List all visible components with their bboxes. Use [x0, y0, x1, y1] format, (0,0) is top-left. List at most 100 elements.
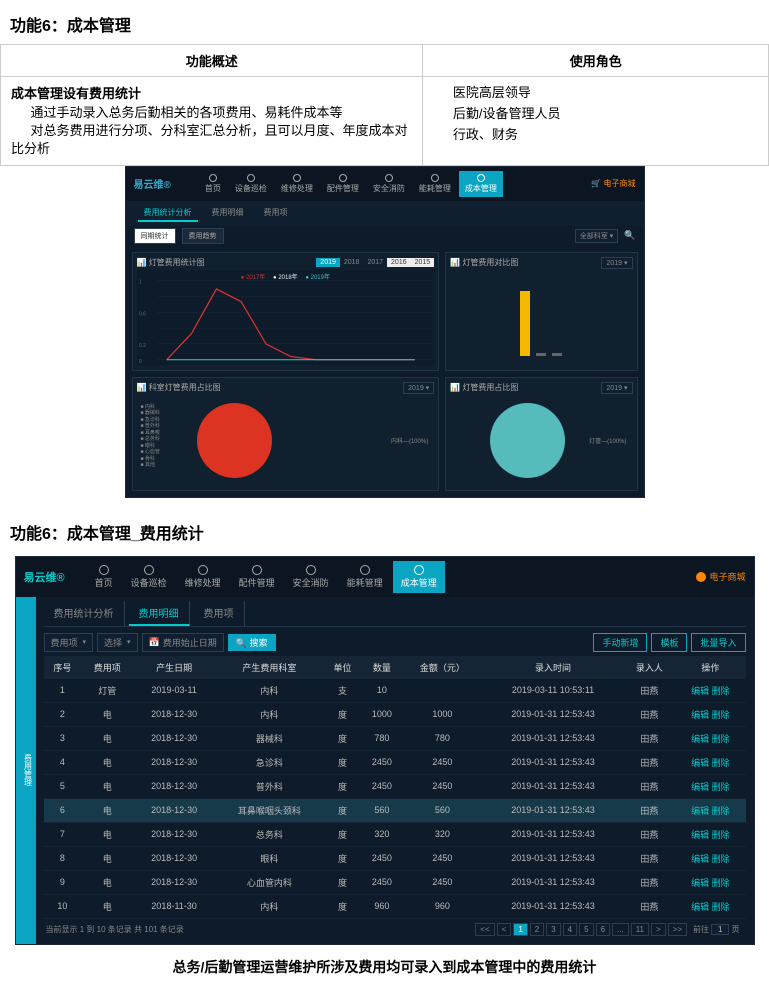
nav2-0[interactable]: 首页: [87, 561, 121, 593]
nav2-5[interactable]: 能耗管理: [339, 561, 391, 593]
search-button[interactable]: 🔍 搜索: [228, 634, 276, 651]
table-row[interactable]: 10电2018-11-30内科度9609602019-01-31 12:53:4…: [44, 894, 746, 918]
panel-pie-a: 📊 科室灯管费用占比图 2019 ▾ ■ 内科■ 器械科■ 急诊科■ 普外科■ …: [132, 377, 440, 491]
delete-link[interactable]: 删除: [712, 806, 730, 816]
table-row[interactable]: 2电2018-12-30内科度100010002019-01-31 12:53:…: [44, 702, 746, 726]
tab-same-period[interactable]: 同期统计: [134, 228, 176, 244]
table-row[interactable]: 4电2018-12-30急诊科度245024502019-01-31 12:53…: [44, 750, 746, 774]
goto-input[interactable]: [711, 924, 729, 935]
overview-p2: 对总务费用进行分项、分科室汇总分析，且可以月度、年度成本对比分析: [11, 122, 412, 158]
table-row[interactable]: 3电2018-12-30器械科度7807802019-01-31 12:53:4…: [44, 726, 746, 750]
pager-pages[interactable]: <<<123456...11>>> 前往 页: [475, 923, 743, 936]
sidebar-label[interactable]: 费用管理: [16, 597, 36, 944]
mall-link[interactable]: 🛒 电子商城: [591, 178, 635, 189]
page-btn[interactable]: ...: [612, 923, 629, 936]
subtab2-item[interactable]: 费用项: [194, 601, 245, 626]
tab-trend[interactable]: 费用趋势: [182, 228, 224, 244]
table-row[interactable]: 7电2018-12-30总务科度3203202019-01-31 12:53:4…: [44, 822, 746, 846]
edit-link[interactable]: 编辑: [691, 878, 709, 888]
logo: 易云维®: [134, 176, 171, 191]
page-btn[interactable]: 2: [530, 923, 544, 936]
page-btn[interactable]: 11: [631, 923, 649, 936]
th: 单位: [324, 656, 362, 679]
table-row[interactable]: 5电2018-12-30普外科度245024502019-01-31 12:53…: [44, 774, 746, 798]
roles-cell: 医院高层领导 后勤/设备管理人员 行政、财务: [423, 77, 769, 166]
nav-5[interactable]: 能耗管理: [413, 171, 457, 197]
role-2: 后勤/设备管理人员: [433, 104, 758, 125]
delete-link[interactable]: 删除: [712, 902, 730, 912]
add-button[interactable]: 手动新增: [593, 633, 647, 652]
subtab2-detail[interactable]: 费用明细: [129, 601, 190, 626]
page-btn[interactable]: 5: [579, 923, 593, 936]
edit-link[interactable]: 编辑: [691, 782, 709, 792]
page-btn[interactable]: >>: [668, 923, 687, 936]
table-row[interactable]: 1灯管2019-03-11内科支102019-03-11 10:53:11田燕编…: [44, 679, 746, 703]
page-btn[interactable]: 3: [546, 923, 560, 936]
edit-link[interactable]: 编辑: [691, 854, 709, 864]
edit-link[interactable]: 编辑: [691, 806, 709, 816]
edit-link[interactable]: 编辑: [691, 710, 709, 720]
nav-icon: [247, 174, 255, 182]
subtab-item[interactable]: 费用项: [258, 205, 294, 222]
page-btn[interactable]: <<: [475, 923, 494, 936]
filter-type[interactable]: 费用项: [44, 633, 94, 652]
search-icon[interactable]: 🔍: [624, 230, 635, 241]
svg-text:0.6: 0.6: [138, 311, 145, 317]
delete-link[interactable]: 删除: [712, 686, 730, 696]
edit-link[interactable]: 编辑: [691, 686, 709, 696]
svg-text:1: 1: [138, 279, 141, 285]
dept-dropdown[interactable]: 全部科室 ▾: [575, 229, 618, 243]
nav2-6[interactable]: 成本管理: [393, 561, 445, 593]
delete-link[interactable]: 删除: [712, 830, 730, 840]
pie-chart-dept: ■ 内科■ 器械科■ 急诊科■ 普外科■ 耳鼻喉■ 总务科■ 眼科■ 心血管■ …: [137, 396, 435, 486]
nav-icon: [306, 565, 316, 575]
nav-1[interactable]: 设备巡检: [229, 171, 273, 197]
edit-link[interactable]: 编辑: [691, 758, 709, 768]
subtab2-analysis[interactable]: 费用统计分析: [44, 601, 125, 626]
nav2-2[interactable]: 维修处理: [177, 561, 229, 593]
nav2-3[interactable]: 配件管理: [231, 561, 283, 593]
edit-link[interactable]: 编辑: [691, 734, 709, 744]
edit-link[interactable]: 编辑: [691, 902, 709, 912]
nav-4[interactable]: 安全消防: [367, 171, 411, 197]
nav-icon: [198, 565, 208, 575]
expense-table: 序号费用项产生日期产生费用科室单位数量金额（元）录入时间录入人操作 1灯管201…: [44, 656, 746, 919]
nav2-4[interactable]: 安全消防: [285, 561, 337, 593]
subtab-analysis[interactable]: 费用统计分析: [138, 205, 198, 222]
th: 操作: [675, 656, 745, 679]
page-btn[interactable]: 1: [513, 923, 527, 936]
page-btn[interactable]: <: [497, 923, 512, 936]
page-btn[interactable]: 6: [596, 923, 610, 936]
delete-link[interactable]: 删除: [712, 758, 730, 768]
nav-6[interactable]: 成本管理: [459, 171, 503, 197]
nav-icon: [209, 174, 217, 182]
delete-link[interactable]: 删除: [712, 878, 730, 888]
page-btn[interactable]: 4: [563, 923, 577, 936]
table-row[interactable]: 8电2018-12-30眼科度245024502019-01-31 12:53:…: [44, 846, 746, 870]
delete-link[interactable]: 删除: [712, 734, 730, 744]
year-dropdown-d[interactable]: 2019 ▾: [601, 382, 632, 394]
mall-link2[interactable]: 电子商城: [696, 570, 745, 583]
filter-date[interactable]: 📅 费用始止日期: [142, 633, 224, 652]
delete-link[interactable]: 删除: [712, 854, 730, 864]
template-button[interactable]: 模板: [651, 633, 687, 652]
import-button[interactable]: 批量导入: [691, 633, 745, 652]
nav-icon: [414, 565, 424, 575]
overview-p1: 通过手动录入总务后勤相关的各项费用、易耗件成本等: [11, 104, 412, 122]
delete-link[interactable]: 删除: [712, 710, 730, 720]
page-btn[interactable]: >: [651, 923, 666, 936]
edit-link[interactable]: 编辑: [691, 830, 709, 840]
nav2-1[interactable]: 设备巡检: [123, 561, 175, 593]
table-row[interactable]: 6电2018-12-30耳鼻喉咽头颈科度5605602019-01-31 12:…: [44, 798, 746, 822]
subtab-detail[interactable]: 费用明细: [206, 205, 250, 222]
nav-2[interactable]: 维修处理: [275, 171, 319, 197]
year-tabs[interactable]: 20192018201720162015: [316, 258, 434, 267]
col-roles: 使用角色: [423, 45, 769, 77]
table-row[interactable]: 9电2018-12-30心血管内科度245024502019-01-31 12:…: [44, 870, 746, 894]
year-dropdown-c[interactable]: 2019 ▾: [403, 382, 434, 394]
delete-link[interactable]: 删除: [712, 782, 730, 792]
nav-0[interactable]: 首页: [199, 171, 227, 197]
filter-loc[interactable]: 选择: [97, 633, 138, 652]
year-dropdown-b[interactable]: 2019 ▾: [601, 257, 632, 269]
nav-3[interactable]: 配件管理: [321, 171, 365, 197]
